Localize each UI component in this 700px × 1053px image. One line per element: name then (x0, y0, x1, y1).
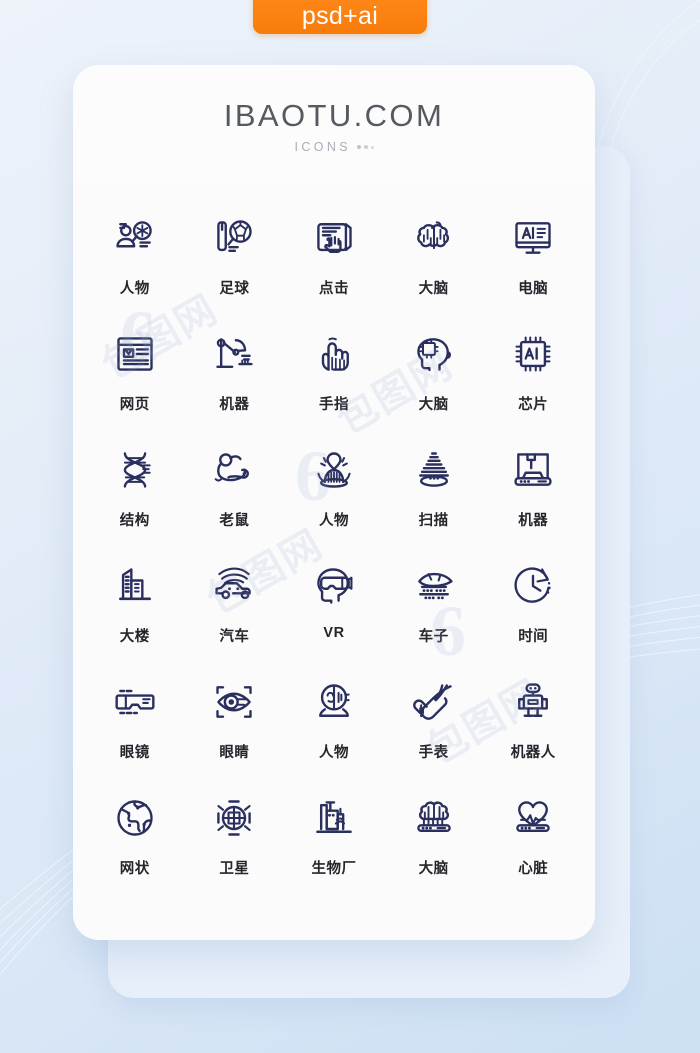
icon-cell[interactable]: VR (284, 552, 384, 668)
icon-label: 眼睛 (219, 745, 250, 761)
icon-cell[interactable]: 结构 (85, 436, 185, 552)
icon-label: 结构 (119, 513, 150, 529)
icon-label: 点击 (318, 281, 349, 297)
icon-label: 车子 (418, 629, 449, 645)
icon-cell[interactable]: 大脑 (384, 204, 484, 320)
smart-glasses-icon (111, 678, 159, 726)
icon-cell[interactable]: 手指 (284, 320, 384, 436)
icon-cell[interactable]: 心脏 (483, 784, 583, 900)
webpage-icon (111, 330, 159, 378)
lab-mouse-icon (210, 446, 258, 494)
head-circuit-icon (410, 330, 458, 378)
subtitle-text: ICONS (294, 140, 352, 154)
icon-cell[interactable]: 眼睛 (185, 668, 285, 784)
page-title: IBAOTU.COM (223, 98, 445, 133)
vr-headset-icon (310, 562, 358, 610)
icon-label: 人物 (119, 281, 150, 297)
click-hand-icon (310, 214, 358, 262)
page-subtitle: ICONS (73, 140, 595, 154)
machine-printer-icon (509, 446, 557, 494)
football-search-icon (210, 214, 258, 262)
icon-cell[interactable]: 机器 (185, 320, 285, 436)
icon-label: 人物 (318, 745, 349, 761)
icon-cell[interactable]: 大脑 (384, 784, 484, 900)
icon-label: 大楼 (119, 629, 150, 645)
icon-label: 大脑 (418, 281, 449, 297)
icon-label: 机器人 (510, 745, 556, 761)
building-icon (111, 562, 159, 610)
icon-cell[interactable]: 点击 (284, 204, 384, 320)
robot-arm-icon (210, 330, 258, 378)
clock-icon (509, 562, 557, 610)
icon-label: 足球 (219, 281, 250, 297)
scan-beam-icon (410, 446, 458, 494)
robot-icon (509, 678, 557, 726)
icon-label: 机器 (518, 513, 549, 529)
icon-cell[interactable]: 人物 (284, 436, 384, 552)
icon-label: 扫描 (418, 513, 449, 529)
icon-cell[interactable]: 扫描 (384, 436, 484, 552)
icon-cell[interactable]: 人物 (85, 204, 185, 320)
icon-label: 人物 (318, 513, 349, 529)
brain-chip-icon (410, 794, 458, 842)
icon-label: 汽车 (219, 629, 250, 645)
icon-label: 电脑 (518, 281, 549, 297)
psd-ai-badge: psd+ai (253, 0, 427, 34)
icon-cell[interactable]: 电脑 (483, 204, 583, 320)
satellite-icon (210, 794, 258, 842)
person-hologram-icon (310, 446, 358, 494)
ai-chip-icon (509, 330, 557, 378)
icon-cell[interactable]: 足球 (185, 204, 285, 320)
icon-cell[interactable]: 网状 (85, 784, 185, 900)
pointing-finger-icon (310, 330, 358, 378)
card-header: IBAOTU.COM ICONS (73, 65, 595, 182)
person-search-icon (111, 214, 159, 262)
icon-label: 生物厂 (311, 861, 357, 877)
icon-cell[interactable]: 时间 (483, 552, 583, 668)
ai-monitor-icon (509, 214, 557, 262)
icon-cell[interactable]: 大脑 (384, 320, 484, 436)
icon-cell[interactable]: 老鼠 (185, 436, 285, 552)
icon-label: VR (323, 625, 345, 641)
icon-label: 网状 (119, 861, 150, 877)
hand-watch-icon (410, 678, 458, 726)
icon-cell[interactable]: 大楼 (85, 552, 185, 668)
icon-cell[interactable]: 网页 (85, 320, 185, 436)
icon-label: 手指 (318, 397, 349, 413)
icon-cell[interactable]: 机器 (483, 436, 583, 552)
icon-label: 芯片 (518, 397, 549, 413)
icon-cell[interactable]: 汽车 (185, 552, 285, 668)
icon-grid-body: 人物 足球 点击 大脑 电脑 网页 机器 手指 大脑 芯片 结构 老鼠 人物 扫… (73, 182, 595, 940)
icon-grid: 人物 足球 点击 大脑 电脑 网页 机器 手指 大脑 芯片 结构 老鼠 人物 扫… (73, 204, 595, 900)
icon-cell[interactable]: 卫星 (185, 784, 285, 900)
icon-cell[interactable]: 生物厂 (284, 784, 384, 900)
brain-icon (410, 214, 458, 262)
icon-set-card: IBAOTU.COM ICONS 人物 足球 点击 大脑 电脑 网页 机器 手指… (73, 65, 595, 940)
icon-label: 大脑 (418, 397, 449, 413)
icon-label: 网页 (119, 397, 150, 413)
dna-structure-icon (111, 446, 159, 494)
icon-label: 大脑 (418, 861, 449, 877)
icon-label: 老鼠 (219, 513, 250, 529)
network-globe-icon (111, 794, 159, 842)
icon-label: 时间 (518, 629, 549, 645)
icon-cell[interactable]: 人物 (284, 668, 384, 784)
icon-label: 机器 (219, 397, 250, 413)
icon-label: 眼镜 (119, 745, 150, 761)
smart-car-icon (210, 562, 258, 610)
android-face-icon (310, 678, 358, 726)
icon-label: 手表 (418, 745, 449, 761)
eye-scan-icon (210, 678, 258, 726)
icon-label: 心脏 (518, 861, 549, 877)
icon-cell[interactable]: 芯片 (483, 320, 583, 436)
icon-label: 卫星 (219, 861, 250, 877)
icon-cell[interactable]: 眼镜 (85, 668, 185, 784)
bio-factory-icon (310, 794, 358, 842)
icon-cell[interactable]: 车子 (384, 552, 484, 668)
heart-chip-icon (509, 794, 557, 842)
icon-cell[interactable]: 手表 (384, 668, 484, 784)
subtitle-dots-icon (357, 145, 374, 149)
hover-car-icon (410, 562, 458, 610)
icon-cell[interactable]: 机器人 (483, 668, 583, 784)
